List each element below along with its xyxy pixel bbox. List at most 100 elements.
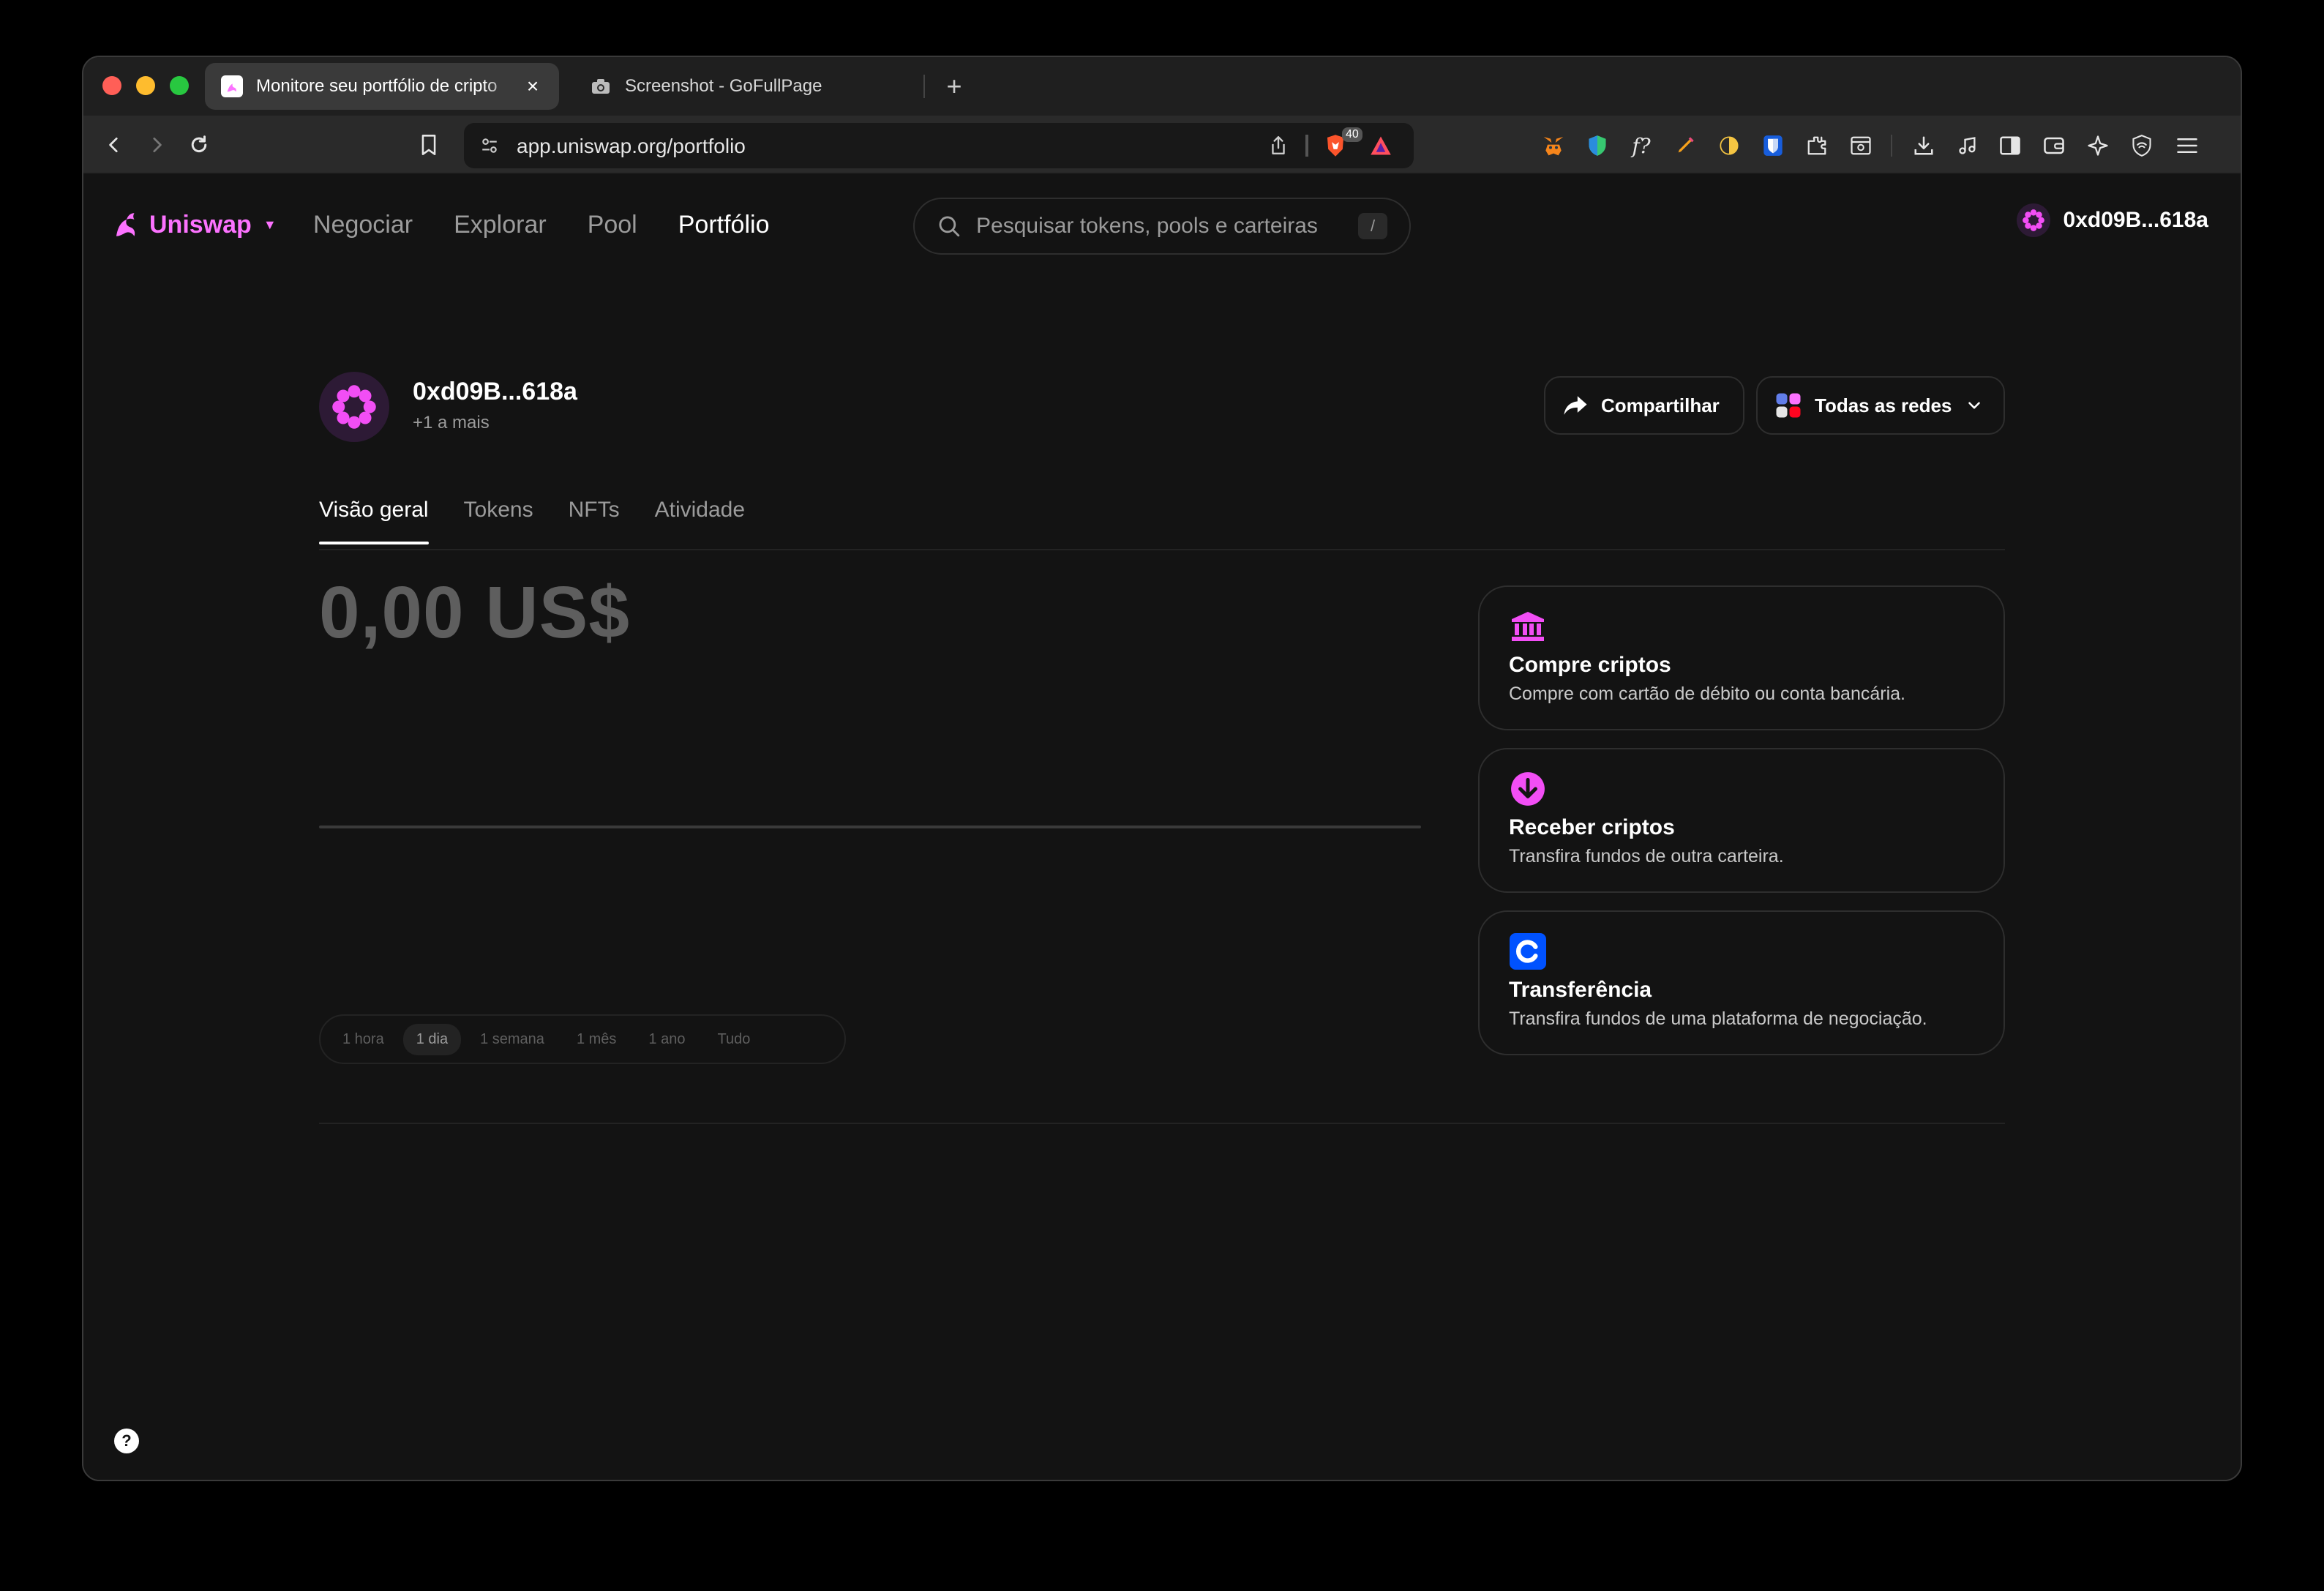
bitwarden-extension-icon[interactable] bbox=[1759, 132, 1787, 160]
flower-avatar-icon bbox=[332, 385, 376, 429]
range-1d[interactable]: 1 dia bbox=[402, 1023, 462, 1055]
download-icon[interactable] bbox=[1910, 132, 1938, 160]
portfolio-address[interactable]: 0xd09B...618a bbox=[413, 378, 577, 406]
nav-negociar[interactable]: Negociar bbox=[313, 211, 413, 239]
range-1y[interactable]: 1 ano bbox=[635, 1024, 698, 1055]
receive-crypto-card[interactable]: Receber criptos Transfira fundos de outr… bbox=[1478, 748, 2005, 893]
brave-rewards-icon[interactable] bbox=[1368, 133, 1393, 158]
uniswap-favicon-icon bbox=[221, 75, 243, 97]
site-settings-icon[interactable] bbox=[477, 133, 502, 158]
card-description: Transfira fundos de outra carteira. bbox=[1509, 846, 1784, 866]
avatar bbox=[2016, 203, 2050, 237]
networks-label: Todas as redes bbox=[1815, 394, 1952, 416]
uniswap-logo-button[interactable]: Uniswap ▼ bbox=[111, 209, 277, 240]
transfer-card[interactable]: Transferência Transfira fundos de uma pl… bbox=[1478, 910, 2005, 1055]
address-bar[interactable]: app.uniswap.org/portfolio 40 bbox=[464, 123, 1414, 168]
new-tab-button[interactable]: + bbox=[938, 70, 970, 102]
nav-explorar[interactable]: Explorar bbox=[454, 211, 547, 239]
search-icon bbox=[939, 216, 960, 237]
share-page-icon[interactable] bbox=[1266, 133, 1291, 158]
window-maximize-button[interactable] bbox=[170, 76, 189, 95]
balance-chart-line bbox=[319, 826, 1421, 828]
share-label: Compartilhar bbox=[1601, 394, 1720, 416]
shield-extension-icon[interactable] bbox=[1583, 132, 1611, 160]
reload-button[interactable] bbox=[181, 127, 217, 162]
url-divider bbox=[1305, 135, 1308, 157]
network-selector-button[interactable]: Todas as redes bbox=[1756, 376, 2005, 435]
flower-avatar-icon bbox=[2022, 209, 2044, 231]
window-close-button[interactable] bbox=[102, 76, 121, 95]
range-1m[interactable]: 1 mês bbox=[563, 1024, 629, 1055]
nav-pool[interactable]: Pool bbox=[588, 211, 637, 239]
nav-portfolio[interactable]: Portfólio bbox=[678, 211, 770, 239]
close-icon[interactable]: × bbox=[522, 75, 543, 97]
tab-activity[interactable]: Atividade bbox=[655, 498, 745, 523]
bookmark-button[interactable] bbox=[411, 127, 446, 162]
music-icon[interactable] bbox=[1954, 132, 1982, 160]
buy-crypto-card[interactable]: Compre criptos Compre com cartão de débi… bbox=[1478, 585, 2005, 730]
uniswap-unicorn-icon bbox=[116, 213, 135, 236]
pen-extension-icon[interactable] bbox=[1671, 132, 1699, 160]
wallet-icon[interactable] bbox=[2040, 132, 2068, 160]
card-description: Compre com cartão de débito ou conta ban… bbox=[1509, 684, 1905, 704]
sidebar-toggle-icon[interactable] bbox=[1996, 132, 2024, 160]
leo-ai-icon[interactable] bbox=[2084, 132, 2112, 160]
range-1h[interactable]: 1 hora bbox=[329, 1024, 397, 1055]
account-address: 0xd09B...618a bbox=[2063, 208, 2208, 232]
share-arrow-icon bbox=[1564, 396, 1587, 415]
brave-shield-icon[interactable]: 40 bbox=[1323, 127, 1362, 158]
arrow-down-circle-icon bbox=[1509, 770, 1547, 808]
range-1w[interactable]: 1 semana bbox=[467, 1024, 558, 1055]
camera-icon bbox=[590, 75, 612, 97]
networks-grid-icon bbox=[1776, 393, 1801, 418]
tab-tokens[interactable]: Tokens bbox=[464, 498, 533, 523]
browser-window: Monitore seu portfólio de cripto × Scree… bbox=[82, 56, 2242, 1481]
menu-icon[interactable] bbox=[2173, 132, 2201, 160]
tab-divider bbox=[923, 75, 925, 98]
url-text: app.uniswap.org/portfolio bbox=[517, 135, 746, 157]
search-input[interactable]: Pesquisar tokens, pools e carteiras / bbox=[913, 198, 1411, 255]
portfolio-tabs: Visão geral Tokens NFTs Atividade bbox=[319, 498, 745, 544]
range-all[interactable]: Tudo bbox=[704, 1024, 763, 1055]
browser-toolbar: app.uniswap.org/portfolio 40 f? bbox=[83, 116, 2241, 174]
forward-button[interactable] bbox=[139, 127, 174, 162]
portfolio-balance: 0,00 US$ bbox=[319, 572, 630, 654]
moon-extension-icon[interactable] bbox=[1715, 132, 1743, 160]
coinbase-icon bbox=[1509, 932, 1547, 970]
vpn-icon[interactable] bbox=[2128, 132, 2156, 160]
bank-icon bbox=[1509, 607, 1547, 645]
window-minimize-button[interactable] bbox=[136, 76, 155, 95]
tab-title: Screenshot - GoFullPage bbox=[625, 76, 822, 96]
tab-title: Monitore seu portfólio de cripto bbox=[256, 76, 498, 96]
chevron-down-icon bbox=[1968, 402, 1981, 409]
logo-text: Uniswap bbox=[149, 210, 252, 239]
card-title: Receber criptos bbox=[1509, 815, 1675, 839]
portfolio-more-accounts[interactable]: +1 a mais bbox=[413, 413, 490, 433]
help-button[interactable]: ? bbox=[114, 1429, 139, 1453]
function-extension-icon[interactable]: f? bbox=[1627, 132, 1655, 160]
tabs-divider bbox=[319, 549, 2005, 550]
tab-overview[interactable]: Visão geral bbox=[319, 498, 429, 544]
caret-down-icon: ▼ bbox=[263, 217, 277, 232]
share-button[interactable]: Compartilhar bbox=[1544, 376, 1744, 435]
reader-search-icon[interactable] bbox=[1847, 132, 1875, 160]
tab-uniswap-portfolio[interactable]: Monitore seu portfólio de cripto × bbox=[205, 63, 559, 110]
card-description: Transfira fundos de uma plataforma de ne… bbox=[1509, 1008, 1927, 1029]
tab-bar: Monitore seu portfólio de cripto × Scree… bbox=[83, 57, 2241, 116]
metamask-extension-icon[interactable] bbox=[1540, 132, 1567, 160]
tab-gofullpage[interactable]: Screenshot - GoFullPage bbox=[574, 63, 910, 110]
card-title: Compre criptos bbox=[1509, 653, 1671, 677]
puzzle-extension-icon[interactable] bbox=[1803, 132, 1831, 160]
uniswap-app: Uniswap ▼ Negociar Explorar Pool Portfól… bbox=[83, 176, 2241, 1480]
portfolio-avatar bbox=[319, 372, 389, 442]
main-nav: Negociar Explorar Pool Portfólio bbox=[313, 211, 769, 239]
back-button[interactable] bbox=[97, 127, 132, 162]
time-range-selector: 1 hora 1 dia 1 semana 1 mês 1 ano Tudo bbox=[319, 1014, 846, 1064]
search-shortcut-badge: / bbox=[1358, 213, 1387, 239]
search-placeholder: Pesquisar tokens, pools e carteiras bbox=[976, 214, 1318, 238]
shield-count-badge: 40 bbox=[1342, 127, 1362, 142]
card-title: Transferência bbox=[1509, 978, 1652, 1002]
section-divider bbox=[319, 1123, 2005, 1124]
tab-nfts[interactable]: NFTs bbox=[569, 498, 620, 523]
account-button[interactable]: 0xd09B...618a bbox=[2016, 203, 2208, 237]
